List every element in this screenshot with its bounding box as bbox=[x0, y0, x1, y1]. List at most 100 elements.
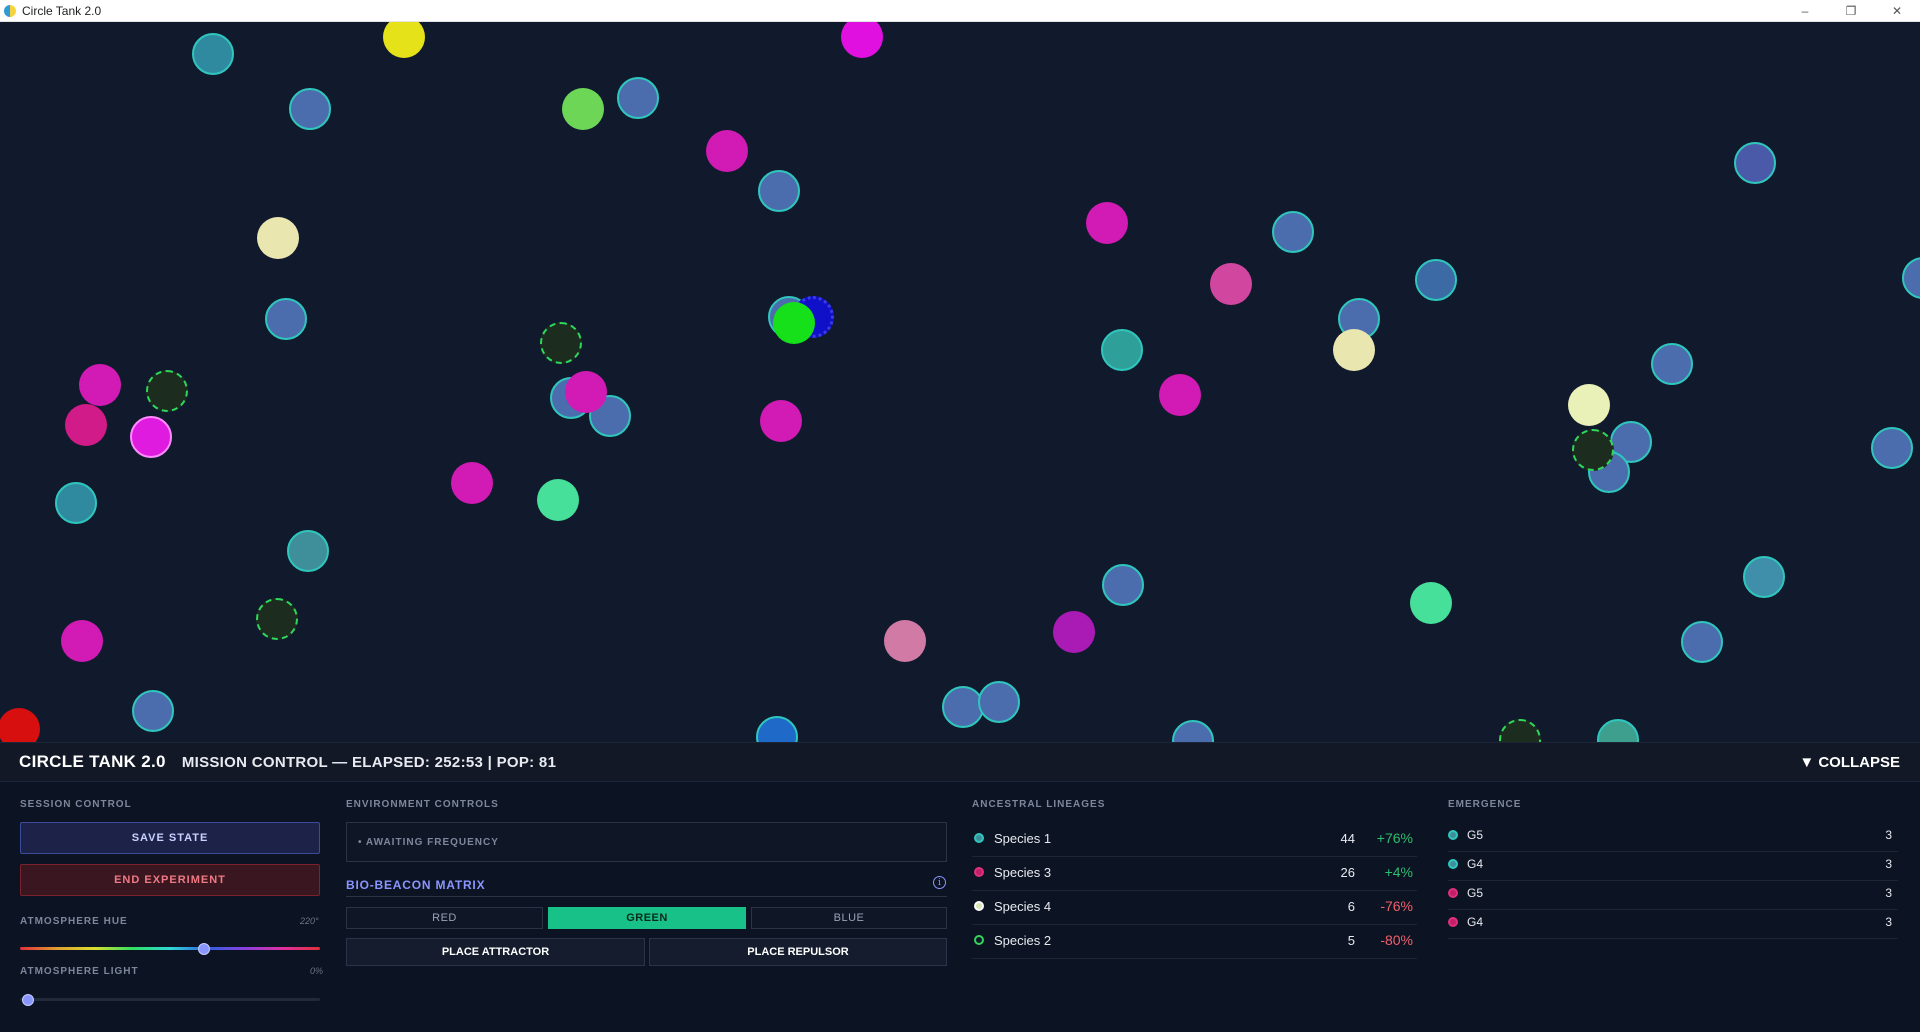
atmosphere-light-label: ATMOSPHERE LIGHT bbox=[20, 966, 139, 977]
atmosphere-light-value: 0% bbox=[310, 966, 324, 976]
emergence-count: 3 bbox=[1885, 828, 1892, 842]
emergence-color-dot bbox=[1448, 888, 1458, 898]
creature bbox=[132, 690, 174, 732]
species-count: 5 bbox=[1347, 933, 1355, 948]
beacon-blue-button[interactable]: BLUE bbox=[751, 907, 947, 929]
creature bbox=[1871, 427, 1913, 469]
creature bbox=[1651, 343, 1693, 385]
save-state-button[interactable]: SAVE STATE bbox=[20, 822, 320, 854]
emergence-count: 3 bbox=[1885, 915, 1892, 929]
creature bbox=[287, 530, 329, 572]
window-title: Circle Tank 2.0 bbox=[22, 3, 102, 18]
creature bbox=[1410, 582, 1452, 624]
mission-status: MISSION CONTROL — ELAPSED: 252:53 | POP:… bbox=[181, 753, 557, 771]
atmosphere-light-slider[interactable] bbox=[20, 998, 320, 1001]
emergence-row: G4 3 bbox=[1448, 852, 1898, 881]
emergence-generation: G5 bbox=[1467, 886, 1484, 900]
creature bbox=[1499, 719, 1541, 742]
creature bbox=[562, 88, 604, 130]
emergence-row: G5 3 bbox=[1448, 881, 1898, 910]
creature bbox=[884, 620, 926, 662]
emergence-generation: G5 bbox=[1467, 828, 1484, 842]
creature bbox=[773, 302, 815, 344]
creature bbox=[1734, 142, 1776, 184]
creature bbox=[1743, 556, 1785, 598]
creature bbox=[565, 371, 607, 413]
session-control-title: SESSION CONTROL bbox=[20, 799, 132, 810]
creature bbox=[1902, 257, 1920, 299]
species-name: Species 4 bbox=[994, 899, 1052, 914]
lineage-row: Species 1 44 +76% bbox=[972, 824, 1417, 857]
creature bbox=[1572, 429, 1614, 471]
divider bbox=[346, 896, 947, 897]
emergence-color-dot bbox=[1448, 917, 1458, 927]
emergence-generation: G4 bbox=[1467, 915, 1484, 929]
creature bbox=[146, 370, 188, 412]
emergence-count: 3 bbox=[1885, 886, 1892, 900]
creature bbox=[1172, 720, 1214, 742]
creature bbox=[265, 298, 307, 340]
species-color-dot bbox=[974, 935, 984, 945]
creature bbox=[61, 620, 103, 662]
emergence-row: G4 3 bbox=[1448, 910, 1898, 939]
environment-controls-title: ENVIRONMENT CONTROLS bbox=[346, 799, 499, 810]
creature bbox=[289, 88, 331, 130]
creature bbox=[1272, 211, 1314, 253]
restore-button[interactable]: ❐ bbox=[1828, 0, 1874, 22]
creature bbox=[978, 681, 1020, 723]
creature bbox=[0, 708, 40, 742]
creature bbox=[1415, 259, 1457, 301]
species-name: Species 1 bbox=[994, 831, 1052, 846]
close-button[interactable]: ✕ bbox=[1874, 0, 1920, 22]
atmosphere-hue-label: ATMOSPHERE HUE bbox=[20, 916, 128, 927]
creature bbox=[256, 598, 298, 640]
window-controls: – ❐ ✕ bbox=[1782, 0, 1920, 22]
frequency-status: • AWAITING FREQUENCY bbox=[346, 822, 947, 862]
creature bbox=[79, 364, 121, 406]
minimize-button[interactable]: – bbox=[1782, 0, 1828, 22]
creature bbox=[1053, 611, 1095, 653]
creature bbox=[130, 416, 172, 458]
simulation-tank[interactable] bbox=[0, 22, 1920, 742]
bio-beacon-matrix-title: BIO-BEACON MATRIX bbox=[346, 878, 486, 892]
creature bbox=[540, 322, 582, 364]
collapse-button[interactable]: ▼ COLLAPSE bbox=[1799, 754, 1900, 771]
panel-header: CIRCLE TANK 2.0 MISSION CONTROL — ELAPSE… bbox=[0, 742, 1920, 782]
lineage-row: Species 3 26 +4% bbox=[972, 858, 1417, 891]
species-count: 6 bbox=[1347, 899, 1355, 914]
creature bbox=[65, 404, 107, 446]
creature bbox=[1568, 384, 1610, 426]
species-name: Species 3 bbox=[994, 865, 1052, 880]
species-color-dot bbox=[974, 833, 984, 843]
creature bbox=[1159, 374, 1201, 416]
atmosphere-hue-slider[interactable] bbox=[20, 947, 320, 950]
species-count: 44 bbox=[1340, 831, 1355, 846]
lineage-row: Species 2 5 -80% bbox=[972, 926, 1417, 959]
emergence-title: EMERGENCE bbox=[1448, 799, 1522, 810]
window-titlebar: Circle Tank 2.0 – ❐ ✕ bbox=[0, 0, 1920, 22]
species-change: +4% bbox=[1384, 864, 1413, 880]
atmosphere-light-slider-thumb[interactable] bbox=[22, 994, 34, 1006]
creature bbox=[192, 33, 234, 75]
species-name: Species 2 bbox=[994, 933, 1052, 948]
end-experiment-button[interactable]: END EXPERIMENT bbox=[20, 864, 320, 896]
creature bbox=[758, 170, 800, 212]
emergence-row: G5 3 bbox=[1448, 823, 1898, 852]
beacon-red-button[interactable]: RED bbox=[346, 907, 543, 929]
creature bbox=[1086, 202, 1128, 244]
place-attractor-button[interactable]: PLACE ATTRACTOR bbox=[346, 938, 645, 966]
beacon-green-button[interactable]: GREEN bbox=[548, 907, 746, 929]
brand-title: CIRCLE TANK 2.0 bbox=[19, 752, 166, 771]
species-count: 26 bbox=[1340, 865, 1355, 880]
creature bbox=[451, 462, 493, 504]
info-icon[interactable]: i bbox=[933, 876, 946, 889]
place-repulsor-button[interactable]: PLACE REPULSOR bbox=[649, 938, 947, 966]
creature bbox=[841, 22, 883, 58]
creature bbox=[55, 482, 97, 524]
creature bbox=[383, 22, 425, 58]
creature bbox=[1681, 621, 1723, 663]
creature bbox=[760, 400, 802, 442]
creature bbox=[1101, 329, 1143, 371]
emergence-generation: G4 bbox=[1467, 857, 1484, 871]
lineage-row: Species 4 6 -76% bbox=[972, 892, 1417, 925]
